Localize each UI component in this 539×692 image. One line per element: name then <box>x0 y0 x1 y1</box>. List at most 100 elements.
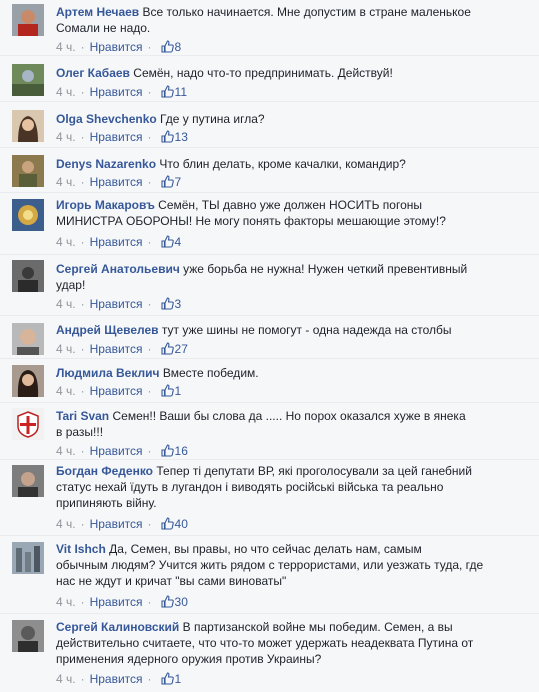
meta-separator: · <box>147 595 152 609</box>
thumbs-up-icon[interactable] <box>160 297 174 310</box>
comment-time[interactable]: 4 ч. <box>56 85 76 99</box>
comment-author[interactable]: Сергей Анатольевич <box>56 262 180 276</box>
like-count[interactable]: 1 <box>175 384 182 398</box>
comment-text: Что блин делать, кроме качалки, командир… <box>159 157 406 171</box>
like-count[interactable]: 4 <box>175 235 182 249</box>
thumbs-up-icon[interactable] <box>160 384 174 397</box>
comment-time[interactable]: 4 ч. <box>56 517 76 531</box>
avatar[interactable] <box>12 408 44 440</box>
thumbs-up-icon[interactable] <box>160 444 174 457</box>
like-link[interactable]: Нравится <box>90 175 143 189</box>
comment-text-line-3: применения ядерного оружия против Украин… <box>56 652 322 666</box>
like-link[interactable]: Нравится <box>90 297 143 311</box>
comment-text-line-2: обычным людям? Учится жить рядом с терро… <box>56 558 484 572</box>
avatar[interactable] <box>12 323 44 355</box>
like-link[interactable]: Нравится <box>90 235 143 249</box>
like-count[interactable]: 27 <box>175 342 188 356</box>
thumbs-up-icon[interactable] <box>160 672 174 685</box>
like-count[interactable]: 8 <box>175 40 182 54</box>
like-count[interactable]: 7 <box>175 175 182 189</box>
thumbs-up-icon[interactable] <box>160 517 174 530</box>
comment-text-line-3: припиняють війну. <box>56 496 157 510</box>
comment-line-1: Denys Nazarenko Что блин делать, кроме к… <box>56 156 499 172</box>
comment-author[interactable]: Олег Кабаев <box>56 66 130 80</box>
comment-author[interactable]: Vit Ishch <box>56 542 106 556</box>
like-link[interactable]: Нравится <box>90 384 143 398</box>
avatar[interactable] <box>12 110 44 142</box>
comment-meta: 4 ч. · Нравится · 7 <box>56 174 181 190</box>
comment-text-line-2: Сомали не надо. <box>56 21 151 35</box>
like-link[interactable]: Нравится <box>90 444 143 458</box>
like-count[interactable]: 40 <box>175 517 188 531</box>
like-count[interactable]: 11 <box>175 85 187 99</box>
avatar[interactable] <box>12 542 44 574</box>
comment-time[interactable]: 4 ч. <box>56 130 76 144</box>
comment-text: В партизанской войне мы победим. Семен, … <box>182 620 453 634</box>
avatar[interactable] <box>12 465 44 497</box>
comment-author[interactable]: Olga Shevchenko <box>56 112 157 126</box>
like-count[interactable]: 16 <box>175 444 188 458</box>
avatar[interactable] <box>12 620 44 652</box>
meta-separator: · <box>80 517 85 531</box>
comment-line-1: Артем Нечаев Все только начинается. Мне … <box>56 4 499 20</box>
comment-time[interactable]: 4 ч. <box>56 444 76 458</box>
thumbs-up-icon[interactable] <box>160 130 174 143</box>
comment-item: Олег Кабаев Семён, надо что-то предприни… <box>0 56 539 102</box>
comment-item: Богдан Феденко Тепер ті депутати ВР, які… <box>0 460 539 536</box>
comment-author[interactable]: Андрей Щевелев <box>56 323 159 337</box>
comment-time[interactable]: 4 ч. <box>56 672 76 686</box>
like-count[interactable]: 3 <box>175 297 182 311</box>
comment-meta: 4 ч. · Нравится · 27 <box>56 341 188 357</box>
like-link[interactable]: Нравится <box>90 672 143 686</box>
meta-separator: · <box>147 175 152 189</box>
comment-author[interactable]: Артем Нечаев <box>56 5 139 19</box>
thumbs-up-icon[interactable] <box>160 175 174 188</box>
comment-time[interactable]: 4 ч. <box>56 384 76 398</box>
comment-author[interactable]: Богдан Феденко <box>56 464 153 478</box>
comment-author[interactable]: Tari Svan <box>56 409 109 423</box>
like-link[interactable]: Нравится <box>90 40 143 54</box>
comment-item: Людмила Веклич Вместе победим. 4 ч. · Нрав… <box>0 359 539 403</box>
thumbs-up-icon[interactable] <box>160 342 174 355</box>
like-count[interactable]: 13 <box>175 130 188 144</box>
comment-author[interactable]: Сергей Калиновский <box>56 620 179 634</box>
like-count[interactable]: 1 <box>175 672 182 686</box>
comment-text: Тепер ті депутати ВР, які проголосували … <box>156 464 472 478</box>
like-count[interactable]: 30 <box>175 595 188 609</box>
comment-line-1: Tari Svan Семен!! Ваши бы слова да .....… <box>56 408 499 424</box>
meta-separator: · <box>147 517 152 531</box>
comment-line-1: Vit Ishch Да, Семен, вы правы, но что се… <box>56 541 499 557</box>
avatar[interactable] <box>12 365 44 397</box>
thumbs-up-icon[interactable] <box>160 235 174 248</box>
comment-line-1: Олег Кабаев Семён, надо что-то предприни… <box>56 65 499 81</box>
like-link[interactable]: Нравится <box>90 595 143 609</box>
comment-text-line-2: удар! <box>56 278 86 292</box>
comment-time[interactable]: 4 ч. <box>56 342 76 356</box>
avatar[interactable] <box>12 155 44 187</box>
like-link[interactable]: Нравится <box>90 517 143 531</box>
comment-time[interactable]: 4 ч. <box>56 297 76 311</box>
thumbs-up-icon[interactable] <box>160 595 174 608</box>
comment-time[interactable]: 4 ч. <box>56 235 76 249</box>
comment-time[interactable]: 4 ч. <box>56 40 76 54</box>
meta-separator: · <box>147 40 152 54</box>
comment-author[interactable]: Людмила Веклич <box>56 366 159 380</box>
avatar[interactable] <box>12 260 44 292</box>
like-link[interactable]: Нравится <box>90 130 143 144</box>
comment-time[interactable]: 4 ч. <box>56 175 76 189</box>
comment-author[interactable]: Игорь Макаровъ <box>56 198 155 212</box>
thumbs-up-icon[interactable] <box>160 85 174 98</box>
comment-time[interactable]: 4 ч. <box>56 595 76 609</box>
avatar[interactable] <box>12 199 44 231</box>
comment-item: Denys Nazarenko Что блин делать, кроме к… <box>0 148 539 193</box>
comment-text-line-2: статус нехай їдуть в лугандон і виводять… <box>56 480 444 494</box>
meta-separator: · <box>147 672 152 686</box>
comment-author[interactable]: Denys Nazarenko <box>56 157 156 171</box>
comment-item: Vit Ishch Да, Семен, вы правы, но что се… <box>0 536 539 614</box>
avatar[interactable] <box>12 64 44 96</box>
comment-meta: 4 ч. · Нравится · 16 <box>56 443 188 459</box>
avatar[interactable] <box>12 4 44 36</box>
like-link[interactable]: Нравится <box>90 342 143 356</box>
thumbs-up-icon[interactable] <box>160 40 174 53</box>
like-link[interactable]: Нравится <box>90 85 143 99</box>
